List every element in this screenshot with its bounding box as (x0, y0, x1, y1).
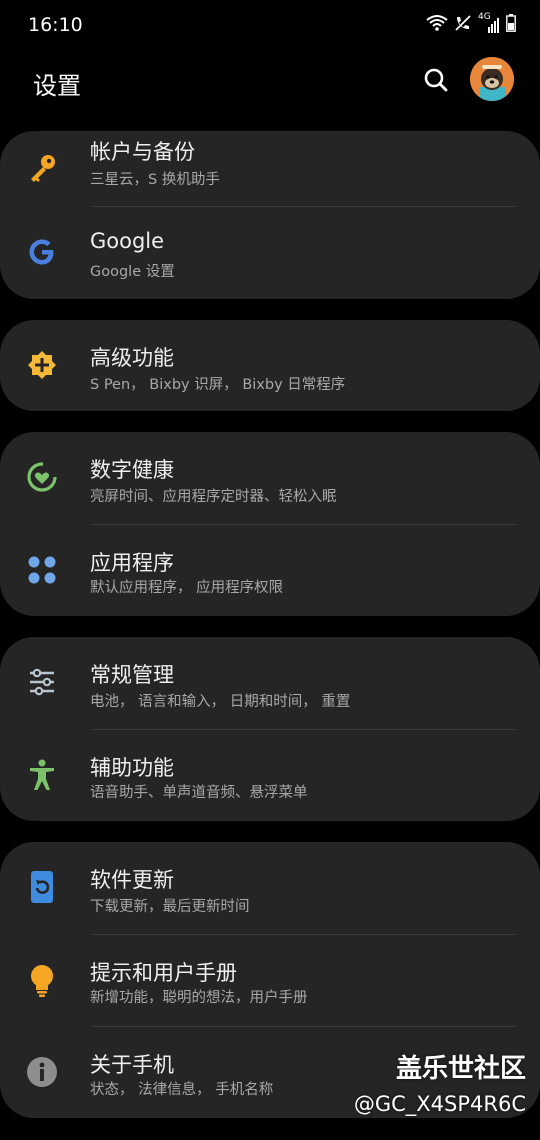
item-title: 软件更新 (90, 868, 174, 892)
wellbeing-heart-icon (25, 460, 59, 494)
accessibility-person-icon (25, 758, 59, 792)
item-subtitle: 状态， 法律信息， 手机名称 (90, 1082, 274, 1098)
item-subtitle: Google 设置 (90, 264, 175, 280)
settings-item-accessibility[interactable]: 辅助功能 语音助手、单声道音频、悬浮菜单 (0, 730, 540, 822)
software-update-icon (25, 870, 59, 904)
settings-item-digital-wellbeing[interactable]: 数字健康 亮屏时间、应用程序定时器、轻松入眠 (0, 432, 540, 524)
header: 设置 (0, 52, 540, 122)
item-subtitle: 语音助手、单声道音频、悬浮菜单 (90, 785, 308, 801)
settings-item-software-update[interactable]: 软件更新 下载更新，最后更新时间 (0, 842, 540, 934)
item-subtitle: 三星云，S 换机助手 (90, 172, 220, 188)
item-subtitle: S Pen， Bixby 识屏， Bixby 日常程序 (90, 377, 346, 393)
status-icons: 4G (426, 12, 516, 36)
puzzle-plus-icon (25, 348, 59, 382)
item-title: 提示和用户手册 (90, 961, 237, 985)
signal-icon: 4G (478, 12, 500, 34)
item-title: 高级功能 (90, 346, 174, 370)
settings-item-general-management[interactable]: 常规管理 电池， 语言和输入， 日期和时间， 重置 (0, 637, 540, 729)
item-title: 应用程序 (90, 551, 174, 575)
item-title: 辅助功能 (90, 756, 174, 780)
settings-item-google[interactable]: Google Google 设置 (0, 207, 540, 299)
settings-item-tips-user-manual[interactable]: 提示和用户手册 新增功能，聪明的想法，用户手册 (0, 935, 540, 1027)
item-subtitle: 默认应用程序， 应用程序权限 (90, 580, 284, 596)
item-subtitle: 新增功能，聪明的想法，用户手册 (90, 990, 308, 1006)
watermark-user: @GC_X4SP4R6C (353, 1092, 526, 1116)
key-icon (25, 152, 59, 186)
item-title: 帐户与备份 (90, 140, 195, 164)
lightbulb-icon (25, 963, 59, 997)
search-icon (424, 68, 448, 92)
google-icon (25, 235, 59, 269)
item-subtitle: 亮屏时间、应用程序定时器、轻松入眠 (90, 489, 337, 505)
watermark-site: 盖乐世社区 (395, 1054, 526, 1084)
item-title: 数字健康 (90, 458, 174, 482)
info-icon (25, 1055, 59, 1089)
wifi-icon (426, 14, 448, 36)
search-button[interactable] (420, 64, 452, 96)
item-title: 常规管理 (90, 663, 174, 687)
item-subtitle: 下载更新，最后更新时间 (90, 899, 250, 915)
item-title: 关于手机 (90, 1053, 174, 1077)
mute-call-icon (454, 14, 472, 36)
profile-avatar[interactable] (470, 57, 514, 101)
settings-item-accounts-backup[interactable]: 帐户与备份 三星云，S 换机助手 (0, 124, 540, 216)
settings-item-advanced-features[interactable]: 高级功能 S Pen， Bixby 识屏， Bixby 日常程序 (0, 320, 540, 412)
status-bar: 16:10 4G (0, 0, 540, 52)
settings-item-applications[interactable]: 应用程序 默认应用程序， 应用程序权限 (0, 525, 540, 617)
sliders-icon (25, 665, 59, 699)
status-time: 16:10 (28, 14, 83, 36)
item-title: Google (90, 229, 165, 253)
page-title: 设置 (33, 72, 81, 100)
item-subtitle: 电池， 语言和输入， 日期和时间， 重置 (90, 694, 351, 710)
battery-icon (506, 14, 516, 36)
apps-grid-icon (25, 553, 59, 587)
